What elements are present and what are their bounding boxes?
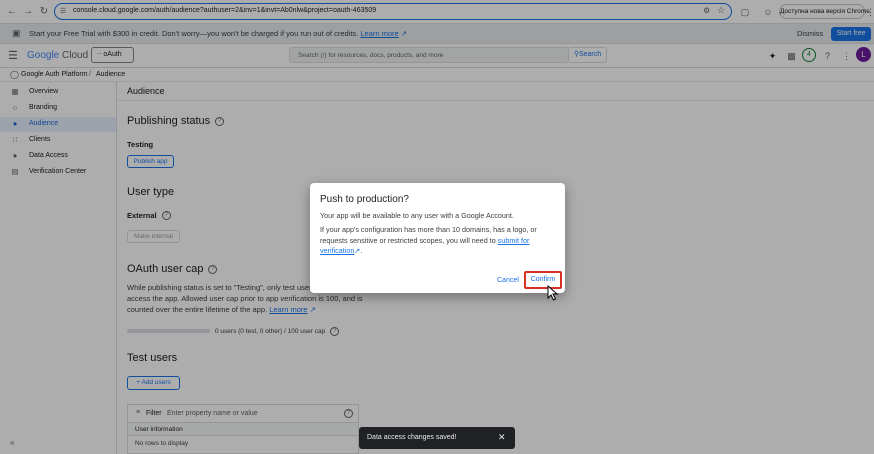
- dialog-message-1: Your app will be available to any user w…: [320, 211, 514, 220]
- mouse-pointer-icon: [547, 285, 559, 301]
- dialog-title: Push to production?: [320, 194, 409, 205]
- close-icon[interactable]: ✕: [498, 432, 506, 443]
- cancel-button[interactable]: Cancel: [497, 277, 519, 284]
- push-to-production-dialog: Push to production? Your app will be ava…: [310, 183, 565, 293]
- snackbar: Data access changes saved! ✕: [359, 427, 515, 449]
- dialog-message-2: If your app's configuration has more tha…: [320, 225, 556, 257]
- dialog-message-2-end: .: [360, 246, 363, 255]
- snackbar-message: Data access changes saved!: [367, 434, 457, 441]
